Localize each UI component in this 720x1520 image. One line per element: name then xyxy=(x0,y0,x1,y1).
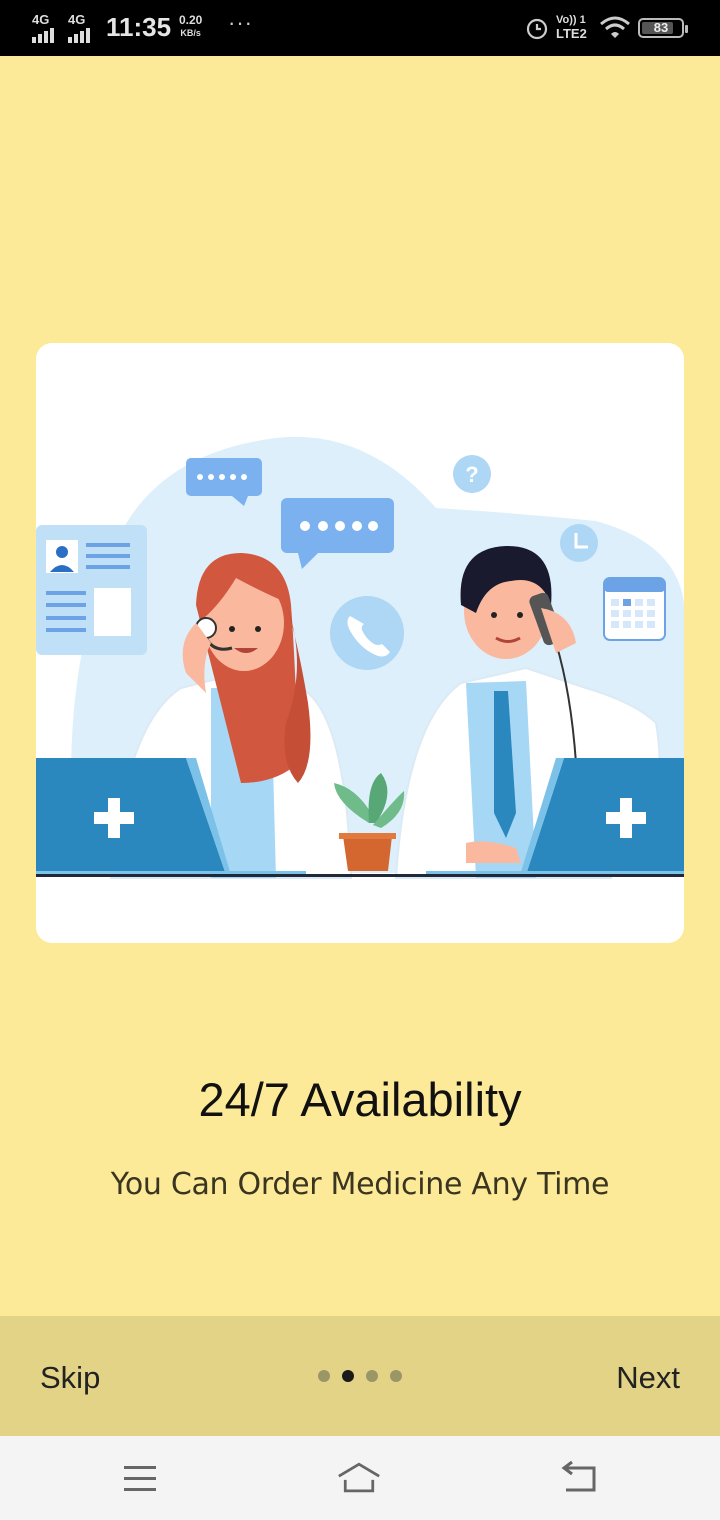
status-bar: 4G 4G 11:35 0.20 KB/s ··· Vo)) 1 LTE2 83 xyxy=(0,0,720,56)
desk-line xyxy=(36,874,684,877)
page-dot xyxy=(342,1370,354,1382)
page-dot xyxy=(318,1370,330,1382)
menu-icon[interactable] xyxy=(118,1458,162,1498)
next-button[interactable]: Next xyxy=(616,1360,680,1396)
clock: 11:35 xyxy=(106,12,172,42)
page-title: 24/7 Availability xyxy=(198,1073,522,1126)
volte-indicator: Vo)) 1 LTE2 xyxy=(556,14,587,41)
more-notifications-icon: ··· xyxy=(228,10,253,35)
page-subtitle: You Can Order Medicine Any Time xyxy=(110,1167,610,1202)
network-type-1: 4G xyxy=(32,12,50,27)
svg-text:?: ? xyxy=(465,462,478,487)
page-dot xyxy=(366,1370,378,1382)
network-type-2: 4G xyxy=(68,12,86,27)
network-speed: 0.20 KB/s xyxy=(179,13,203,39)
bottom-bar: Skip Next xyxy=(0,1316,720,1436)
wifi-icon xyxy=(600,16,630,38)
page-dot xyxy=(390,1370,402,1382)
skip-button[interactable]: Skip xyxy=(40,1360,100,1396)
phone-circle-icon xyxy=(330,596,404,670)
back-icon[interactable] xyxy=(558,1458,602,1498)
customer-support-illustration: ? xyxy=(36,436,684,879)
signal-icon-2 xyxy=(68,28,90,43)
system-nav-bar xyxy=(0,1436,720,1520)
page-indicator xyxy=(318,1370,402,1382)
clock-icon xyxy=(560,524,598,562)
alarm-icon xyxy=(526,18,548,40)
battery-icon: 83 xyxy=(638,18,688,38)
home-icon[interactable] xyxy=(337,1458,381,1498)
illustration-card: ? xyxy=(36,343,684,943)
signal-icon-1 xyxy=(32,28,54,43)
